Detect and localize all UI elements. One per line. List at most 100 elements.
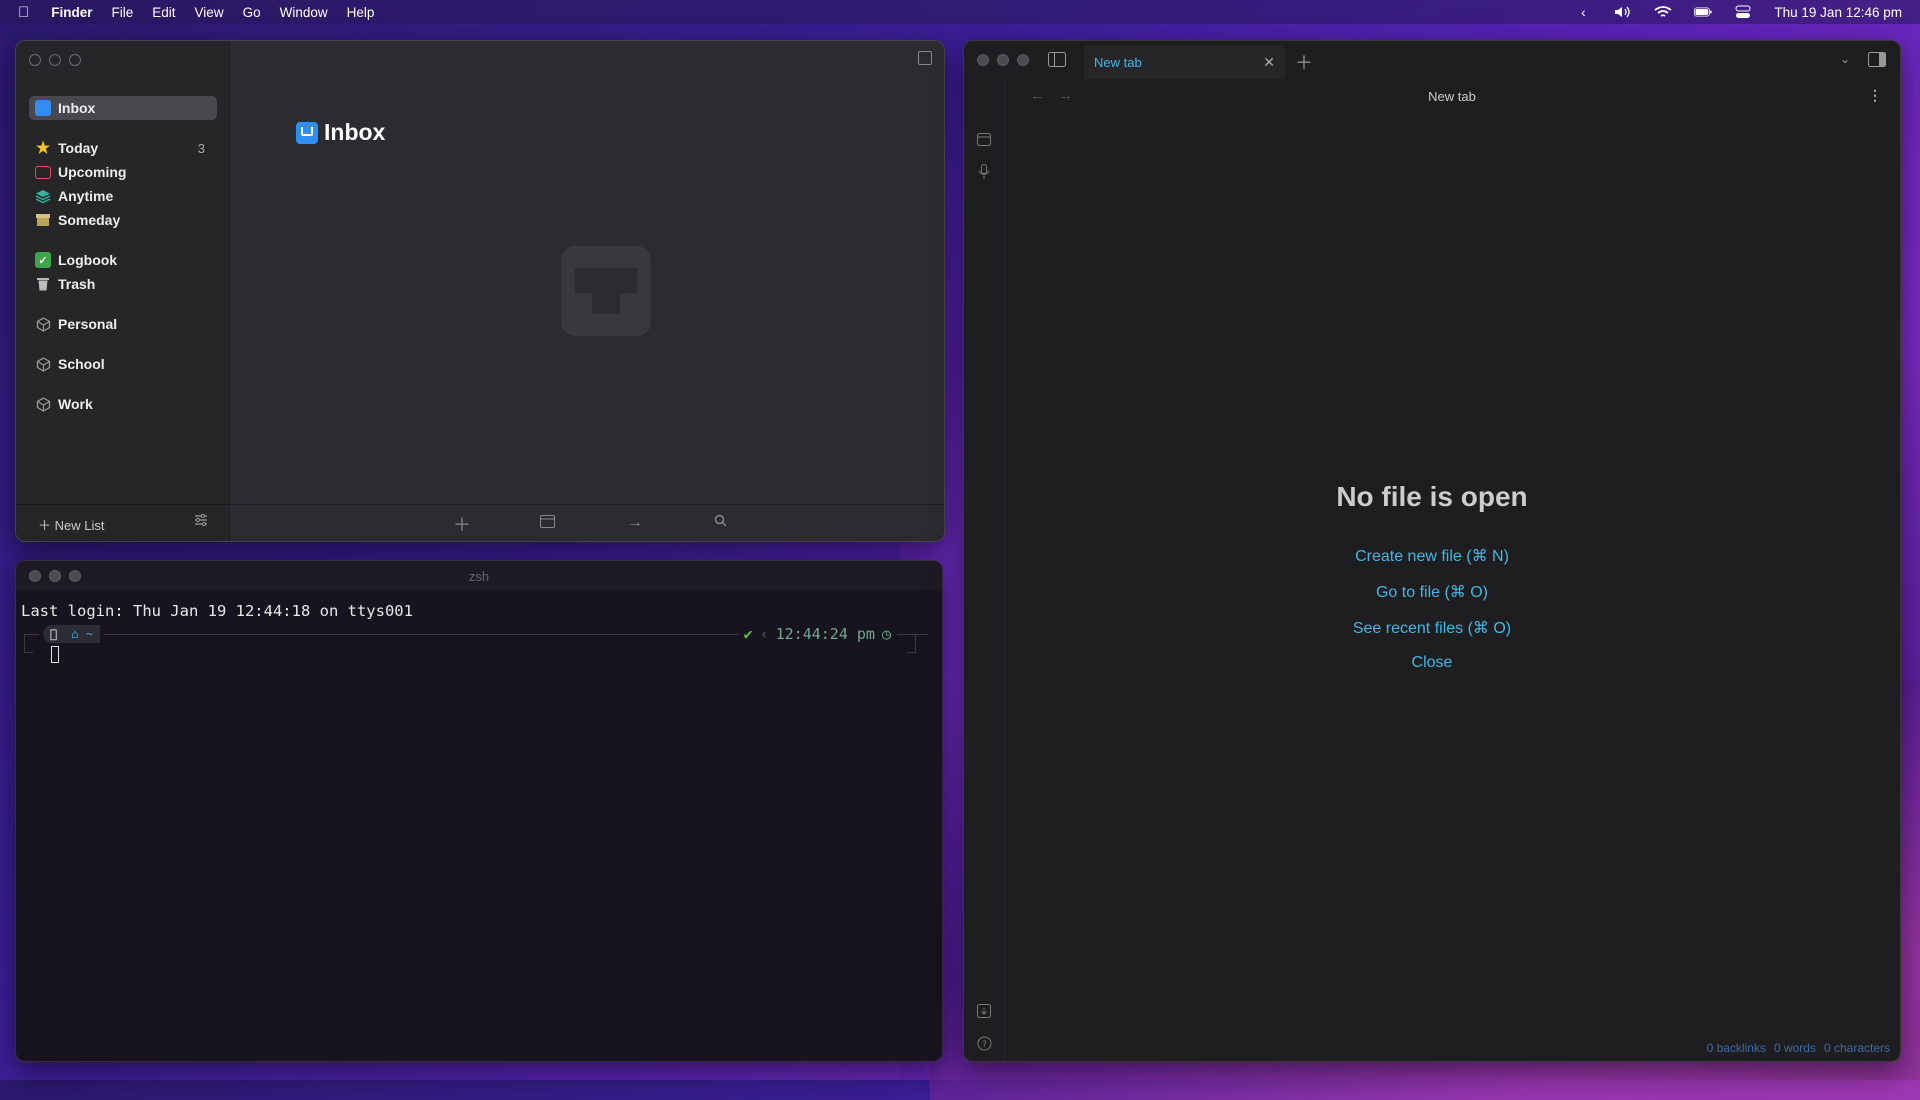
duplicate-window-icon[interactable] (918, 51, 932, 65)
microphone-icon[interactable] (976, 164, 992, 180)
menu-edit[interactable]: Edit (152, 5, 175, 20)
new-tab-plus-icon[interactable]: ＋ (1295, 49, 1313, 75)
inbox-icon (296, 121, 318, 144)
menu-view[interactable]: View (195, 5, 224, 20)
prompt-right: ✔ ‹ 12:44:24 pm ◷ (737, 624, 897, 644)
filter-settings-icon[interactable] (194, 513, 208, 532)
backlinks-count[interactable]: 0 backlinks (1707, 1041, 1766, 1055)
wifi-icon[interactable] (1654, 5, 1672, 19)
obsidian-window: New tab ✕ ＋ ⌄ ? ← → New tab ⋮ No file is… (963, 40, 1901, 1062)
sidebar-item-upcoming[interactable]: Upcoming (29, 160, 217, 184)
sidebar-item-label: Someday (58, 212, 121, 228)
menu-help[interactable]: Help (347, 5, 375, 20)
left-ribbon: ? (964, 79, 1005, 1061)
page-title: Inbox (296, 119, 385, 146)
home-icon: ⌂ (64, 627, 78, 641)
things-toolbar: ＋ → (229, 504, 944, 541)
area-cube-icon (35, 356, 51, 372)
sidebar-item-label: School (58, 356, 105, 372)
sidebar-toggle-icon[interactable] (1048, 52, 1066, 72)
view-header: ← → New tab ⋮ (1004, 79, 1900, 113)
layers-icon (35, 188, 51, 204)
menu-app-name[interactable]: Finder (51, 5, 92, 20)
calendar-icon (35, 165, 51, 179)
new-list-button[interactable]: ＋ New List (38, 515, 105, 534)
sidebar-item-someday[interactable]: Someday (29, 208, 217, 232)
close-tab-icon[interactable]: ✕ (1263, 54, 1275, 71)
plus-icon: ＋ (38, 518, 52, 533)
empty-state-title: No file is open (1336, 481, 1528, 512)
terminal-titlebar: zsh (16, 561, 942, 591)
sidebar-item-today[interactable]: ★ Today 3 (29, 136, 217, 160)
terminal-cursor[interactable] (51, 646, 59, 663)
trash-icon (35, 276, 51, 292)
menubar-clock[interactable]: Thu 19 Jan 12:46 pm (1774, 5, 1902, 20)
sidebar-item-logbook[interactable]: ✓ Logbook (29, 248, 217, 272)
sidebar-item-label: Anytime (58, 188, 114, 204)
character-count: 0 characters (1823, 1041, 1890, 1055)
svg-text:?: ? (982, 1040, 987, 1050)
more-options-icon[interactable]: ⋮ (1868, 87, 1882, 104)
sidebar-area-personal[interactable]: Personal (29, 312, 217, 336)
menu-go[interactable]: Go (243, 5, 261, 20)
apple-menu-icon[interactable]:  (18, 4, 29, 21)
help-icon[interactable]: ? (976, 1035, 992, 1051)
sidebar-item-label: Today (58, 140, 99, 156)
sidebar-item-trash[interactable]: Trash (29, 272, 217, 296)
see-recent-files-link[interactable]: See recent files (⌘ O) (964, 618, 1900, 638)
search-icon[interactable] (714, 514, 727, 532)
tab-new-tab[interactable]: New tab ✕ (1084, 45, 1285, 79)
zoom-button[interactable] (1017, 54, 1029, 66)
create-new-file-link[interactable]: Create new file (⌘ N) (964, 546, 1900, 566)
volume-icon[interactable] (1614, 5, 1632, 19)
calendar-icon[interactable] (540, 514, 555, 533)
control-center-icon[interactable] (1734, 5, 1752, 19)
area-cube-icon (35, 396, 51, 412)
logbook-check-icon: ✓ (35, 252, 51, 268)
sidebar-item-label: Trash (58, 276, 96, 292)
chevron-down-icon[interactable]: ⌄ (1840, 52, 1850, 66)
move-arrow-icon[interactable]: → (627, 514, 643, 532)
last-login-line: Last login: Thu Jan 19 12:44:18 on ttys0… (21, 602, 413, 620)
zoom-button[interactable] (69, 54, 81, 66)
sidebar-area-school[interactable]: School (29, 352, 217, 376)
sidebar-item-label: Upcoming (58, 164, 127, 180)
window-controls (977, 54, 1029, 66)
prompt-status-check: ✔ (743, 625, 753, 643)
star-icon: ★ (35, 140, 51, 157)
vault-switcher-icon[interactable] (976, 1003, 992, 1019)
sidebar-item-label: Personal (58, 316, 118, 332)
prompt-time: 12:44:24 pm (775, 625, 875, 643)
minimize-button[interactable] (997, 54, 1009, 66)
sidebar-item-anytime[interactable]: Anytime (29, 184, 217, 208)
menu-window[interactable]: Window (280, 5, 328, 20)
close-button[interactable] (29, 54, 41, 66)
prompt-left:  ⌂ ~ (39, 624, 104, 644)
prompt-directory: ⌂ ~ (64, 625, 100, 643)
things-window: Inbox ★ Today 3 Upcoming Anytime Someday… (15, 40, 945, 542)
empty-inbox-tray-icon (561, 246, 651, 336)
sidebar-area-work[interactable]: Work (29, 392, 217, 416)
calendar-icon[interactable] (976, 131, 992, 147)
battery-icon[interactable] (1694, 5, 1713, 19)
menu-file[interactable]: File (112, 5, 134, 20)
new-list-label: New List (54, 518, 105, 533)
close-button[interactable] (977, 54, 989, 66)
status-bar: 0 backlinks 0 words 0 characters (1707, 1041, 1890, 1055)
segment-separator-icon: ‹ (759, 625, 769, 643)
minimize-button[interactable] (49, 54, 61, 66)
sidebar-item-label: Work (58, 396, 93, 412)
chevron-left-icon[interactable]: ‹ (1574, 5, 1592, 20)
today-count-badge: 3 (197, 140, 205, 156)
sidebar-item-inbox[interactable]: Inbox (29, 96, 217, 120)
window-controls (29, 54, 81, 66)
sidebar-item-label: Logbook (58, 252, 118, 268)
add-todo-icon[interactable]: ＋ (453, 511, 471, 537)
close-link[interactable]: Close (964, 654, 1900, 672)
page-title-text: Inbox (324, 119, 386, 145)
prompt-dir-text: ~ (86, 627, 93, 641)
right-sidebar-toggle-icon[interactable] (1868, 52, 1886, 72)
terminal-window: zsh Last login: Thu Jan 19 12:44:18 on t… (15, 560, 943, 1062)
go-to-file-link[interactable]: Go to file (⌘ O) (964, 582, 1900, 602)
terminal-title: zsh (468, 569, 490, 584)
